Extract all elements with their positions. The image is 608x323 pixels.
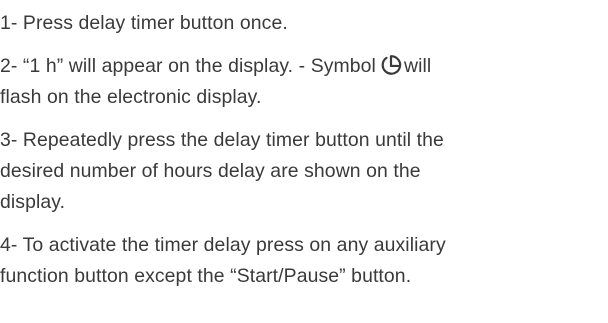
step-4-line-1: 4- To activate the timer delay press on … (0, 234, 446, 256)
step-2: 2- “1 h” will appear on the display. - S… (0, 51, 608, 113)
step-2-text-before-icon: 2- “1 h” will appear on the display. - S… (0, 55, 376, 77)
delay-timer-icon (381, 55, 402, 75)
step-3: 3- Repeatedly press the delay timer butt… (0, 125, 608, 218)
step-2-text-after-icon: will (403, 55, 432, 77)
step-3-line-1: 3- Repeatedly press the delay timer butt… (0, 129, 444, 151)
step-4: 4- To activate the timer delay press on … (0, 230, 608, 292)
step-4-line-2: function button except the “Start/Pause”… (0, 265, 412, 287)
step-1-line-1: 1- Press delay timer button once. (0, 12, 288, 34)
step-3-line-3: display. (0, 191, 66, 213)
instructions-page: 1- Press delay timer button once. 2- “1 … (0, 0, 608, 323)
step-2-line-2: flash on the electronic display. (0, 86, 262, 108)
step-3-line-2: desired number of hours delay are shown … (0, 160, 421, 182)
step-1: 1- Press delay timer button once. (0, 8, 608, 39)
step-2-line-1: 2- “1 h” will appear on the display. - S… (0, 51, 608, 82)
